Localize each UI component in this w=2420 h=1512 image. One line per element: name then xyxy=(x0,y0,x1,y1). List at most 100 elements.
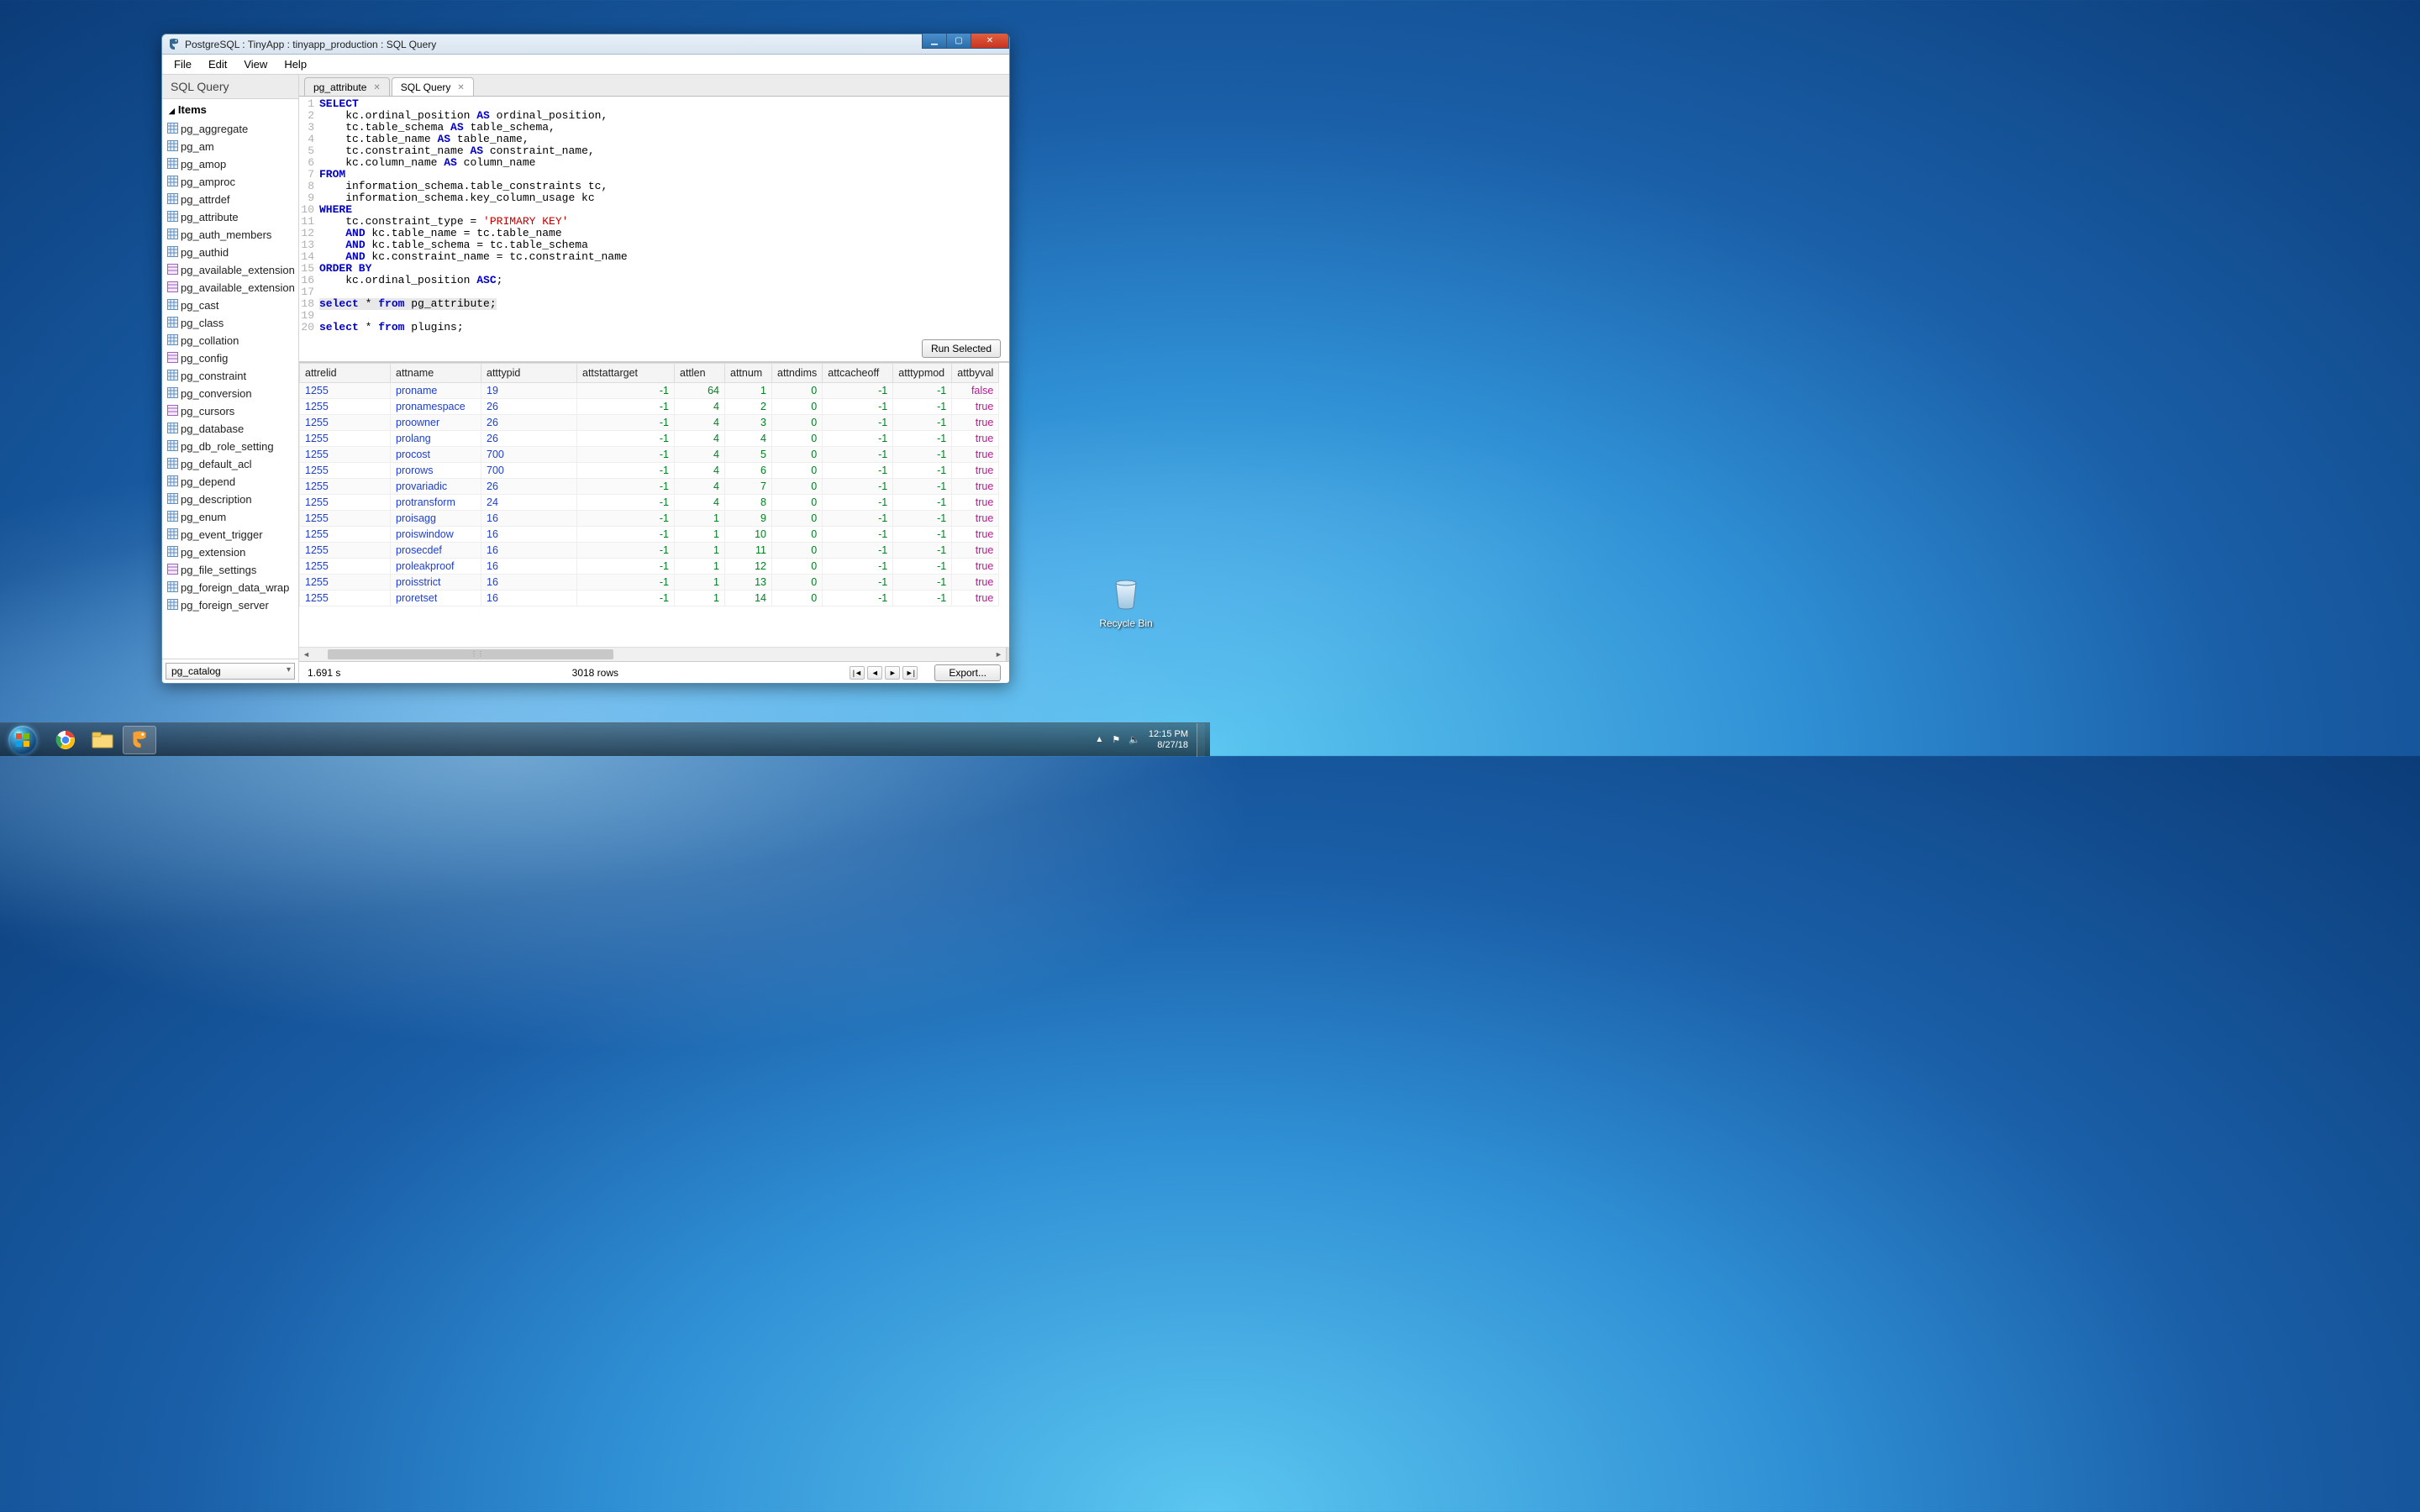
sidebar-item[interactable]: pg_extension xyxy=(162,543,298,561)
results-hscroll[interactable]: ◄ ⋮⋮ ► xyxy=(299,647,1009,661)
sidebar-item[interactable]: pg_default_acl xyxy=(162,455,298,473)
sidebar: SQL Query ◢Items pg_aggregatepg_ampg_amo… xyxy=(162,75,299,683)
tray-chevron-icon[interactable]: ▲ xyxy=(1095,735,1103,744)
sidebar-item[interactable]: pg_file_settings xyxy=(162,561,298,579)
titlebar[interactable]: PostgreSQL : TinyApp : tinyapp_productio… xyxy=(162,34,1009,55)
menu-file[interactable]: File xyxy=(167,56,198,72)
column-header[interactable]: attlen xyxy=(675,364,725,383)
tab[interactable]: SQL Query✕ xyxy=(392,77,474,96)
sidebar-item[interactable]: pg_foreign_server xyxy=(162,596,298,614)
sidebar-item[interactable]: pg_auth_members xyxy=(162,226,298,244)
table-row[interactable]: 1255prorows700-1460-1-1true xyxy=(300,463,999,479)
sidebar-item[interactable]: pg_description xyxy=(162,491,298,508)
sidebar-item[interactable]: pg_available_extension xyxy=(162,261,298,279)
run-selected-button[interactable]: Run Selected xyxy=(922,339,1001,358)
column-header[interactable]: attstattarget xyxy=(577,364,675,383)
table-row[interactable]: 1255procost700-1450-1-1true xyxy=(300,447,999,463)
column-header[interactable]: attndims xyxy=(772,364,823,383)
sidebar-item[interactable]: pg_depend xyxy=(162,473,298,491)
sidebar-item[interactable]: pg_event_trigger xyxy=(162,526,298,543)
pager-first-button[interactable]: |◄ xyxy=(850,666,865,680)
pager-next-button[interactable]: ► xyxy=(885,666,900,680)
sidebar-item[interactable]: pg_enum xyxy=(162,508,298,526)
table-row[interactable]: 1255prolang26-1440-1-1true xyxy=(300,431,999,447)
results-pane: attrelidattnameatttypidattstattargetattl… xyxy=(299,362,1009,683)
sidebar-item[interactable]: pg_conversion xyxy=(162,385,298,402)
tab-close-icon[interactable]: ✕ xyxy=(373,83,380,92)
tab[interactable]: pg_attribute✕ xyxy=(304,77,390,96)
table-row[interactable]: 1255proisagg16-1190-1-1true xyxy=(300,511,999,527)
start-button[interactable] xyxy=(0,723,45,757)
table-row[interactable]: 1255proisstrict16-11130-1-1true xyxy=(300,575,999,591)
app-icon xyxy=(167,38,181,51)
table-row[interactable]: 1255proowner26-1430-1-1true xyxy=(300,415,999,431)
tray-volume-icon[interactable]: 🔈 xyxy=(1128,734,1140,745)
schema-select[interactable]: pg_catalog xyxy=(162,659,298,683)
scroll-right-icon[interactable]: ► xyxy=(992,650,1006,659)
sidebar-item[interactable]: pg_authid xyxy=(162,244,298,261)
tray-flag-icon[interactable]: ⚑ xyxy=(1112,734,1120,745)
desktop-icon-recycle-bin[interactable]: Recycle Bin xyxy=(1092,571,1160,629)
pager-prev-button[interactable]: ◄ xyxy=(867,666,882,680)
sidebar-item[interactable]: pg_db_role_setting xyxy=(162,438,298,455)
table-row[interactable]: 1255protransform24-1480-1-1true xyxy=(300,495,999,511)
sidebar-item[interactable]: pg_collation xyxy=(162,332,298,349)
sidebar-item[interactable]: pg_available_extension xyxy=(162,279,298,297)
sidebar-item[interactable]: pg_database xyxy=(162,420,298,438)
scroll-left-icon[interactable]: ◄ xyxy=(299,650,313,659)
close-button[interactable]: ✕ xyxy=(971,34,1009,49)
column-header[interactable]: atttypid xyxy=(481,364,577,383)
maximize-button[interactable]: ▢ xyxy=(946,34,971,49)
tray-clock[interactable]: 12:15 PM 8/27/18 xyxy=(1149,729,1188,751)
taskbar-app[interactable] xyxy=(123,726,156,754)
pager-last-button[interactable]: ►| xyxy=(902,666,918,680)
schema-select-value[interactable]: pg_catalog xyxy=(166,663,295,680)
taskbar-explorer[interactable] xyxy=(86,726,119,754)
taskbar: ▲ ⚑ 🔈 12:15 PM 8/27/18 xyxy=(0,722,1210,756)
sidebar-title: SQL Query xyxy=(162,75,298,99)
window-title: PostgreSQL : TinyApp : tinyapp_productio… xyxy=(185,39,923,50)
sidebar-item[interactable]: pg_amproc xyxy=(162,173,298,191)
menu-edit[interactable]: Edit xyxy=(202,56,234,72)
sidebar-item[interactable]: pg_aggregate xyxy=(162,120,298,138)
table-row[interactable]: 1255pronamespace26-1420-1-1true xyxy=(300,399,999,415)
export-button[interactable]: Export... xyxy=(934,664,1001,681)
sidebar-item[interactable]: pg_attribute xyxy=(162,208,298,226)
sidebar-item[interactable]: pg_attrdef xyxy=(162,191,298,208)
sidebar-item[interactable]: pg_constraint xyxy=(162,367,298,385)
menubar: File Edit View Help xyxy=(162,55,1009,75)
sidebar-item[interactable]: pg_foreign_data_wrap xyxy=(162,579,298,596)
table-row[interactable]: 1255proname19-16410-1-1false xyxy=(300,383,999,399)
results-table-wrap[interactable]: attrelidattnameatttypidattstattargetattl… xyxy=(299,362,1009,647)
desktop-icon-label: Recycle Bin xyxy=(1092,617,1160,629)
column-header[interactable]: atttypmod xyxy=(893,364,952,383)
sidebar-item[interactable]: pg_amop xyxy=(162,155,298,173)
menu-view[interactable]: View xyxy=(237,56,274,72)
column-header[interactable]: attname xyxy=(391,364,481,383)
sidebar-item[interactable]: pg_am xyxy=(162,138,298,155)
sidebar-item[interactable]: pg_cursors xyxy=(162,402,298,420)
sql-editor: 1SELECT2 kc.ordinal_position AS ordinal_… xyxy=(299,97,1009,362)
column-header[interactable]: attnum xyxy=(725,364,772,383)
menu-help[interactable]: Help xyxy=(277,56,313,72)
status-rows: 3018 rows xyxy=(572,667,618,679)
table-row[interactable]: 1255prosecdef16-11110-1-1true xyxy=(300,543,999,559)
sidebar-item[interactable]: pg_class xyxy=(162,314,298,332)
taskbar-chrome[interactable] xyxy=(49,726,82,754)
code-area[interactable]: 1SELECT2 kc.ordinal_position AS ordinal_… xyxy=(299,97,1009,336)
table-row[interactable]: 1255proleakproof16-11120-1-1true xyxy=(300,559,999,575)
table-row[interactable]: 1255provariadic26-1470-1-1true xyxy=(300,479,999,495)
table-row[interactable]: 1255proretset16-11140-1-1true xyxy=(300,591,999,606)
sidebar-item[interactable]: pg_config xyxy=(162,349,298,367)
status-time: 1.691 s xyxy=(308,667,340,679)
sidebar-items-header[interactable]: ◢Items xyxy=(162,99,298,120)
sidebar-item[interactable]: pg_cast xyxy=(162,297,298,314)
column-header[interactable]: attrelid xyxy=(300,364,391,383)
column-header[interactable]: attbyval xyxy=(952,364,999,383)
tab-close-icon[interactable]: ✕ xyxy=(457,83,464,92)
table-row[interactable]: 1255proiswindow16-11100-1-1true xyxy=(300,527,999,543)
minimize-button[interactable]: ▁ xyxy=(922,34,947,49)
sidebar-item-list: pg_aggregatepg_ampg_amoppg_amprocpg_attr… xyxy=(162,120,298,659)
column-header[interactable]: attcacheoff xyxy=(823,364,893,383)
show-desktop-button[interactable] xyxy=(1197,723,1205,757)
